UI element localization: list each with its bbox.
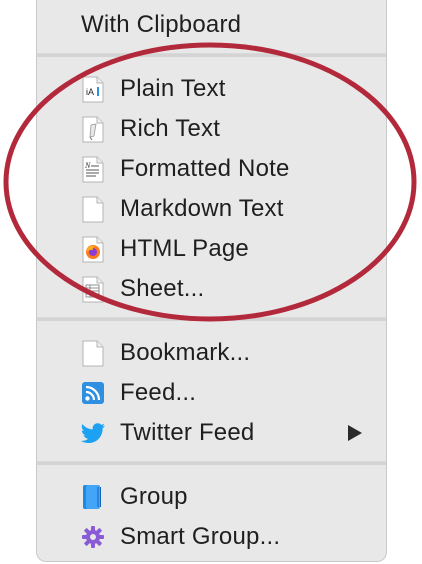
- menu-item-label: Plain Text: [120, 75, 226, 102]
- bookmark-doc-icon: [81, 339, 105, 367]
- plain-text-doc-icon: iA: [81, 75, 105, 103]
- menu-item-label: Sheet...: [120, 275, 205, 302]
- menu-separator: [37, 461, 386, 465]
- menu-item-bookmark[interactable]: Bookmark...: [37, 333, 386, 373]
- rss-feed-icon: [81, 379, 105, 407]
- menu-item-label: Group: [120, 483, 188, 510]
- menu-item-label: Bookmark...: [120, 339, 251, 366]
- menu-separator: [37, 53, 386, 57]
- submenu-arrow-icon: [348, 425, 362, 441]
- menu-item-formatted-note[interactable]: N Formatted Note: [37, 149, 386, 189]
- menu-item-rich-text[interactable]: Rich Text: [37, 109, 386, 149]
- menu-item-sheet[interactable]: Sheet...: [37, 269, 386, 309]
- menu-header-label: With Clipboard: [81, 11, 242, 38]
- svg-text:iA: iA: [86, 87, 94, 97]
- menu-item-label: HTML Page: [120, 235, 249, 262]
- firefox-icon: [81, 235, 105, 263]
- menu-item-twitter-feed[interactable]: Twitter Feed: [37, 413, 386, 453]
- markdown-doc-icon: [81, 195, 105, 223]
- sheet-doc-icon: [81, 275, 105, 303]
- menu-item-label: Twitter Feed: [120, 419, 255, 446]
- menu-item-label: Markdown Text: [120, 195, 284, 222]
- menu-item-label: Feed...: [120, 379, 197, 406]
- twitter-bird-icon: [81, 419, 105, 447]
- svg-text:N: N: [84, 161, 91, 170]
- context-menu: With Clipboard iA Plain Text Rich Text N…: [36, 0, 387, 562]
- rich-text-doc-icon: [81, 115, 105, 143]
- menu-item-plain-text[interactable]: iA Plain Text: [37, 69, 386, 109]
- menu-separator: [37, 317, 386, 321]
- menu-item-label: Rich Text: [120, 115, 221, 142]
- menu-item-label: Smart Group...: [120, 523, 281, 550]
- menu-item-smart-group[interactable]: Smart Group...: [37, 517, 386, 557]
- group-folder-icon: [81, 483, 105, 511]
- menu-item-html-page[interactable]: HTML Page: [37, 229, 386, 269]
- formatted-note-doc-icon: N: [81, 155, 105, 183]
- menu-item-label: Formatted Note: [120, 155, 290, 182]
- screenshot-stage: With Clipboard iA Plain Text Rich Text N…: [0, 0, 422, 564]
- menu-header: With Clipboard: [37, 5, 386, 45]
- menu-item-feed[interactable]: Feed...: [37, 373, 386, 413]
- menu-item-markdown-text[interactable]: Markdown Text: [37, 189, 386, 229]
- menu-item-group[interactable]: Group: [37, 477, 386, 517]
- smart-group-gear-icon: [81, 523, 105, 551]
